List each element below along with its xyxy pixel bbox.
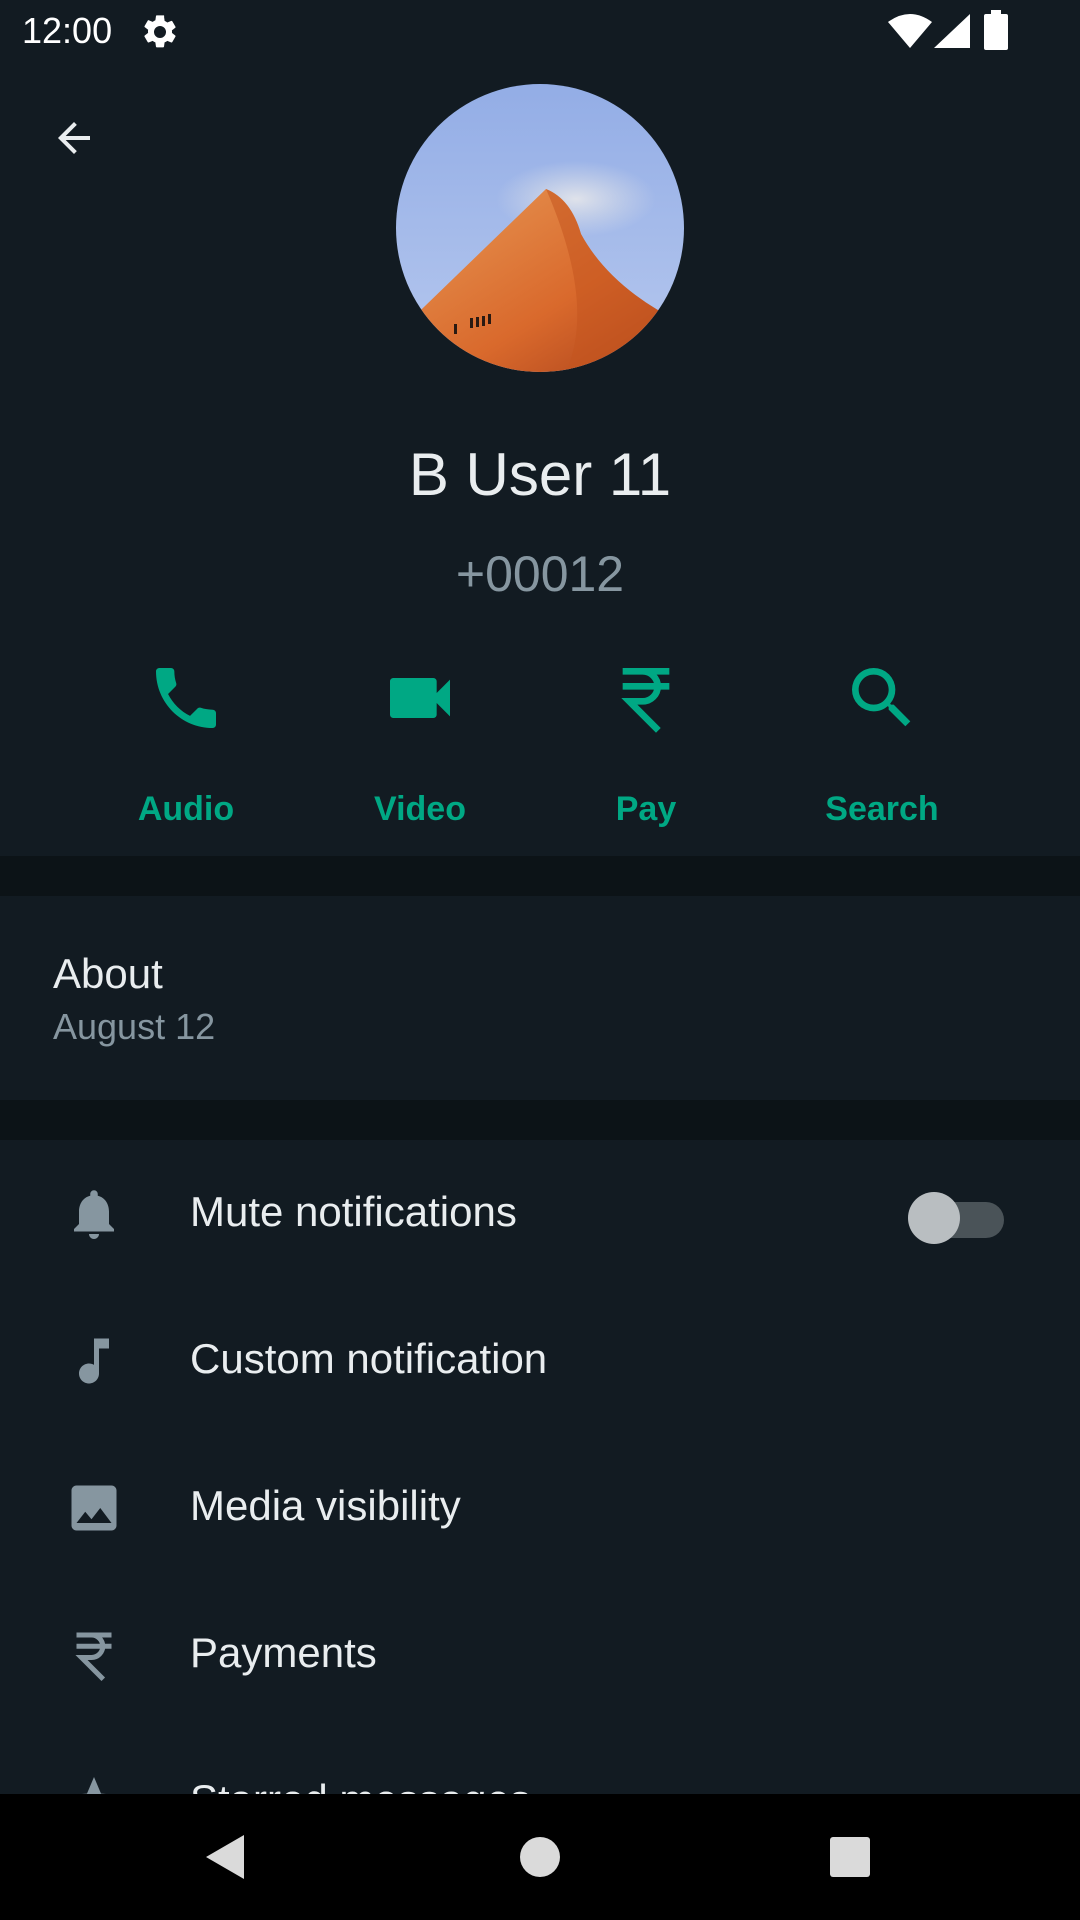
mute-notifications-label: Mute notifications: [190, 1188, 517, 1235]
mute-notifications-toggle[interactable]: [906, 1188, 1006, 1244]
status-time: 12:00: [22, 10, 113, 51]
custom-notification-label: Custom notification: [190, 1335, 548, 1382]
search-icon: [852, 668, 911, 727]
section-divider: [0, 1100, 1080, 1140]
music-note-icon: [79, 1338, 109, 1384]
about-section[interactable]: About August 12: [0, 896, 1080, 1100]
contact-phone: +00012: [455, 546, 625, 602]
cell-signal-icon: [934, 14, 970, 48]
contact-name: B User 11: [408, 441, 672, 508]
bell-icon: [74, 1190, 114, 1239]
arrow-back-icon: [58, 122, 90, 154]
media-visibility-label: Media visibility: [190, 1482, 461, 1529]
pay-button[interactable]: Pay: [556, 650, 736, 830]
audio-label: Audio: [137, 790, 235, 828]
rupee-icon: [621, 668, 670, 733]
settings-gear-icon: [144, 15, 176, 48]
rupee-icon: [75, 1632, 112, 1682]
about-title: About: [53, 950, 163, 997]
starred-messages-label: Starred messages: [190, 1776, 531, 1794]
payments-label: Payments: [190, 1629, 377, 1676]
battery-icon: [984, 10, 1008, 50]
phone-icon: [156, 668, 216, 728]
media-visibility-row[interactable]: Media visibility: [0, 1434, 1080, 1581]
nav-back-icon[interactable]: [196, 1827, 256, 1887]
nav-recents-icon[interactable]: [820, 1827, 880, 1887]
settings-list: Mute notifications Custom notification M…: [0, 1140, 1080, 1794]
search-label: Search: [825, 790, 939, 828]
status-bar: 12:00: [0, 0, 1080, 64]
audio-call-button[interactable]: Audio: [96, 650, 276, 830]
image-icon: [71, 1485, 117, 1531]
custom-notification-row[interactable]: Custom notification: [0, 1287, 1080, 1434]
video-label: Video: [374, 790, 466, 828]
payments-row[interactable]: Payments: [0, 1581, 1080, 1728]
videocam-icon: [390, 678, 450, 718]
section-divider: [0, 856, 1080, 896]
wifi-icon: [888, 14, 932, 48]
search-button[interactable]: Search: [792, 650, 972, 830]
starred-messages-row[interactable]: Starred messages: [0, 1728, 1080, 1794]
mute-notifications-row[interactable]: Mute notifications: [0, 1140, 1080, 1287]
profile-photo-desert-dune: [396, 84, 684, 372]
nav-home-icon[interactable]: [510, 1827, 570, 1887]
avatar[interactable]: [396, 84, 684, 372]
back-button[interactable]: [36, 100, 112, 176]
system-nav-bar: [0, 1794, 1080, 1920]
video-call-button[interactable]: Video: [330, 650, 510, 830]
pay-label: Pay: [615, 790, 677, 828]
toggle-thumb: [908, 1192, 960, 1244]
star-icon: [81, 1777, 107, 1794]
about-value: August 12: [53, 1006, 216, 1047]
